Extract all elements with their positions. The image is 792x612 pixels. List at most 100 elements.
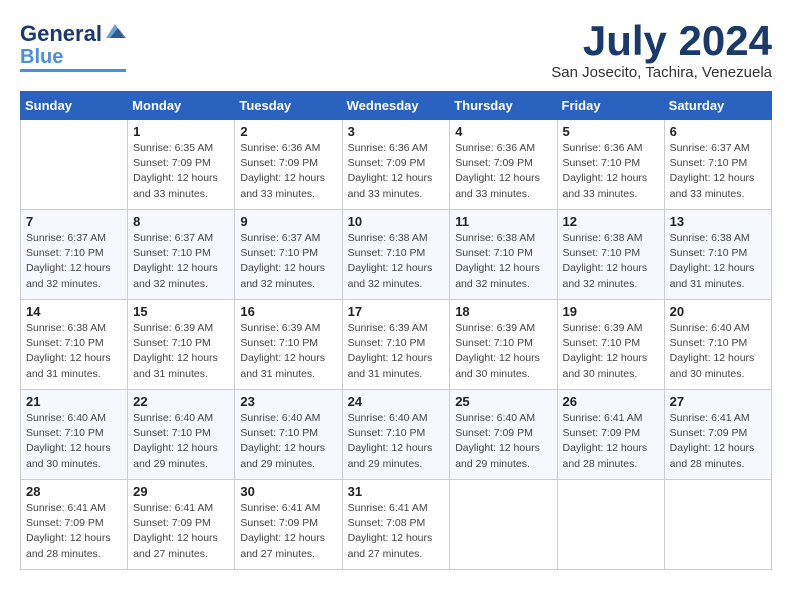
day-number: 30	[240, 484, 336, 499]
day-number: 1	[133, 124, 229, 139]
day-number: 27	[670, 394, 766, 409]
day-info: Sunrise: 6:39 AM Sunset: 7:10 PM Dayligh…	[455, 321, 551, 382]
day-info: Sunrise: 6:35 AM Sunset: 7:09 PM Dayligh…	[133, 141, 229, 202]
day-info: Sunrise: 6:37 AM Sunset: 7:10 PM Dayligh…	[26, 231, 122, 292]
logo-icon	[104, 20, 126, 42]
day-number: 22	[133, 394, 229, 409]
day-number: 20	[670, 304, 766, 319]
day-number: 13	[670, 214, 766, 229]
calendar-cell: 11Sunrise: 6:38 AM Sunset: 7:10 PM Dayli…	[450, 210, 557, 300]
calendar-cell: 16 Sunrise: 6:39 AM Sunset: 7:10 PM Dayli…	[235, 300, 342, 390]
calendar-week-row: 28 Sunrise: 6:41 AM Sunset: 7:09 PM Dayli…	[21, 480, 772, 570]
day-number: 7	[26, 214, 122, 229]
day-number: 15	[133, 304, 229, 319]
calendar-cell: 4Sunrise: 6:36 AM Sunset: 7:09 PM Daylig…	[450, 120, 557, 210]
calendar-cell: 19 Sunrise: 6:39 AM Sunset: 7:10 PM Dayli…	[557, 300, 664, 390]
calendar-cell: 20 Sunrise: 6:40 AM Sunset: 7:10 PM Dayli…	[664, 300, 771, 390]
day-number: 10	[348, 214, 445, 229]
day-info: Sunrise: 6:38 AM Sunset: 7:10 PM Dayligh…	[670, 231, 766, 292]
calendar-week-row: 14 Sunrise: 6:38 AM Sunset: 7:10 PM Dayli…	[21, 300, 772, 390]
calendar-cell: 26 Sunrise: 6:41 AM Sunset: 7:09 PM Dayli…	[557, 390, 664, 480]
day-info: Sunrise: 6:36 AM Sunset: 7:09 PM Dayligh…	[455, 141, 551, 202]
day-info: Sunrise: 6:38 AM Sunset: 7:10 PM Dayligh…	[26, 321, 122, 382]
calendar-header-row: Sunday Monday Tuesday Wednesday Thursday…	[21, 92, 772, 120]
day-number: 26	[563, 394, 659, 409]
day-info: Sunrise: 6:41 AM Sunset: 7:09 PM Dayligh…	[133, 501, 229, 562]
calendar-cell: 18 Sunrise: 6:39 AM Sunset: 7:10 PM Dayli…	[450, 300, 557, 390]
day-info: Sunrise: 6:39 AM Sunset: 7:10 PM Dayligh…	[240, 321, 336, 382]
day-info: Sunrise: 6:36 AM Sunset: 7:09 PM Dayligh…	[240, 141, 336, 202]
calendar-cell: 1 Sunrise: 6:35 AM Sunset: 7:09 PM Daylig…	[128, 120, 235, 210]
calendar-cell: 27Sunrise: 6:41 AM Sunset: 7:09 PM Dayli…	[664, 390, 771, 480]
day-number: 25	[455, 394, 551, 409]
day-number: 24	[348, 394, 445, 409]
calendar-cell: 8 Sunrise: 6:37 AM Sunset: 7:10 PM Daylig…	[128, 210, 235, 300]
title-block: July 2024 San Josecito, Tachira, Venezue…	[551, 20, 772, 81]
day-info: Sunrise: 6:38 AM Sunset: 7:10 PM Dayligh…	[563, 231, 659, 292]
calendar-cell: 25 Sunrise: 6:40 AM Sunset: 7:09 PM Dayli…	[450, 390, 557, 480]
day-number: 16	[240, 304, 336, 319]
header-friday: Friday	[557, 92, 664, 120]
day-number: 28	[26, 484, 122, 499]
calendar-cell	[557, 480, 664, 570]
day-number: 14	[26, 304, 122, 319]
logo: General Blue	[20, 20, 126, 72]
day-number: 11	[455, 214, 551, 229]
day-number: 21	[26, 394, 122, 409]
day-info: Sunrise: 6:40 AM Sunset: 7:10 PM Dayligh…	[348, 411, 445, 472]
calendar-cell: 13 Sunrise: 6:38 AM Sunset: 7:10 PM Dayli…	[664, 210, 771, 300]
calendar-cell: 6Sunrise: 6:37 AM Sunset: 7:10 PM Daylig…	[664, 120, 771, 210]
day-number: 18	[455, 304, 551, 319]
day-number: 3	[348, 124, 445, 139]
day-number: 2	[240, 124, 336, 139]
calendar-cell: 23 Sunrise: 6:40 AM Sunset: 7:10 PM Dayli…	[235, 390, 342, 480]
calendar-cell: 30Sunrise: 6:41 AM Sunset: 7:09 PM Dayli…	[235, 480, 342, 570]
day-info: Sunrise: 6:40 AM Sunset: 7:09 PM Dayligh…	[455, 411, 551, 472]
day-number: 31	[348, 484, 445, 499]
day-info: Sunrise: 6:39 AM Sunset: 7:10 PM Dayligh…	[563, 321, 659, 382]
day-number: 5	[563, 124, 659, 139]
calendar-cell: 14 Sunrise: 6:38 AM Sunset: 7:10 PM Dayli…	[21, 300, 128, 390]
day-info: Sunrise: 6:36 AM Sunset: 7:09 PM Dayligh…	[348, 141, 445, 202]
calendar-cell: 24 Sunrise: 6:40 AM Sunset: 7:10 PM Dayli…	[342, 390, 450, 480]
day-info: Sunrise: 6:38 AM Sunset: 7:10 PM Dayligh…	[348, 231, 445, 292]
day-info: Sunrise: 6:41 AM Sunset: 7:08 PM Dayligh…	[348, 501, 445, 562]
day-info: Sunrise: 6:37 AM Sunset: 7:10 PM Dayligh…	[133, 231, 229, 292]
calendar-cell: 15Sunrise: 6:39 AM Sunset: 7:10 PM Dayli…	[128, 300, 235, 390]
page-header: General Blue July 2024 San Josecito, Tac…	[20, 20, 772, 81]
calendar-cell: 17Sunrise: 6:39 AM Sunset: 7:10 PM Dayli…	[342, 300, 450, 390]
calendar-table: Sunday Monday Tuesday Wednesday Thursday…	[20, 91, 772, 570]
logo-text-general: General	[20, 23, 102, 45]
calendar-cell: 28 Sunrise: 6:41 AM Sunset: 7:09 PM Dayli…	[21, 480, 128, 570]
calendar-cell: 29Sunrise: 6:41 AM Sunset: 7:09 PM Dayli…	[128, 480, 235, 570]
header-thursday: Thursday	[450, 92, 557, 120]
calendar-cell: 12 Sunrise: 6:38 AM Sunset: 7:10 PM Dayli…	[557, 210, 664, 300]
day-info: Sunrise: 6:41 AM Sunset: 7:09 PM Dayligh…	[563, 411, 659, 472]
header-wednesday: Wednesday	[342, 92, 450, 120]
calendar-cell: 22 Sunrise: 6:40 AM Sunset: 7:10 PM Dayli…	[128, 390, 235, 480]
day-info: Sunrise: 6:36 AM Sunset: 7:10 PM Dayligh…	[563, 141, 659, 202]
day-number: 23	[240, 394, 336, 409]
calendar-cell	[450, 480, 557, 570]
header-monday: Monday	[128, 92, 235, 120]
calendar-cell: 5 Sunrise: 6:36 AM Sunset: 7:10 PM Daylig…	[557, 120, 664, 210]
header-sunday: Sunday	[21, 92, 128, 120]
calendar-cell: 9 Sunrise: 6:37 AM Sunset: 7:10 PM Daylig…	[235, 210, 342, 300]
calendar-week-row: 21 Sunrise: 6:40 AM Sunset: 7:10 PM Dayli…	[21, 390, 772, 480]
day-info: Sunrise: 6:37 AM Sunset: 7:10 PM Dayligh…	[240, 231, 336, 292]
calendar-cell	[664, 480, 771, 570]
calendar-cell: 21Sunrise: 6:40 AM Sunset: 7:10 PM Dayli…	[21, 390, 128, 480]
day-info: Sunrise: 6:40 AM Sunset: 7:10 PM Dayligh…	[240, 411, 336, 472]
day-info: Sunrise: 6:39 AM Sunset: 7:10 PM Dayligh…	[348, 321, 445, 382]
location: San Josecito, Tachira, Venezuela	[551, 64, 772, 81]
day-number: 19	[563, 304, 659, 319]
calendar-cell: 31 Sunrise: 6:41 AM Sunset: 7:08 PM Dayli…	[342, 480, 450, 570]
day-info: Sunrise: 6:40 AM Sunset: 7:10 PM Dayligh…	[133, 411, 229, 472]
day-number: 9	[240, 214, 336, 229]
day-info: Sunrise: 6:40 AM Sunset: 7:10 PM Dayligh…	[670, 321, 766, 382]
day-number: 8	[133, 214, 229, 229]
calendar-week-row: 1 Sunrise: 6:35 AM Sunset: 7:09 PM Daylig…	[21, 120, 772, 210]
day-info: Sunrise: 6:37 AM Sunset: 7:10 PM Dayligh…	[670, 141, 766, 202]
day-number: 12	[563, 214, 659, 229]
day-info: Sunrise: 6:41 AM Sunset: 7:09 PM Dayligh…	[26, 501, 122, 562]
